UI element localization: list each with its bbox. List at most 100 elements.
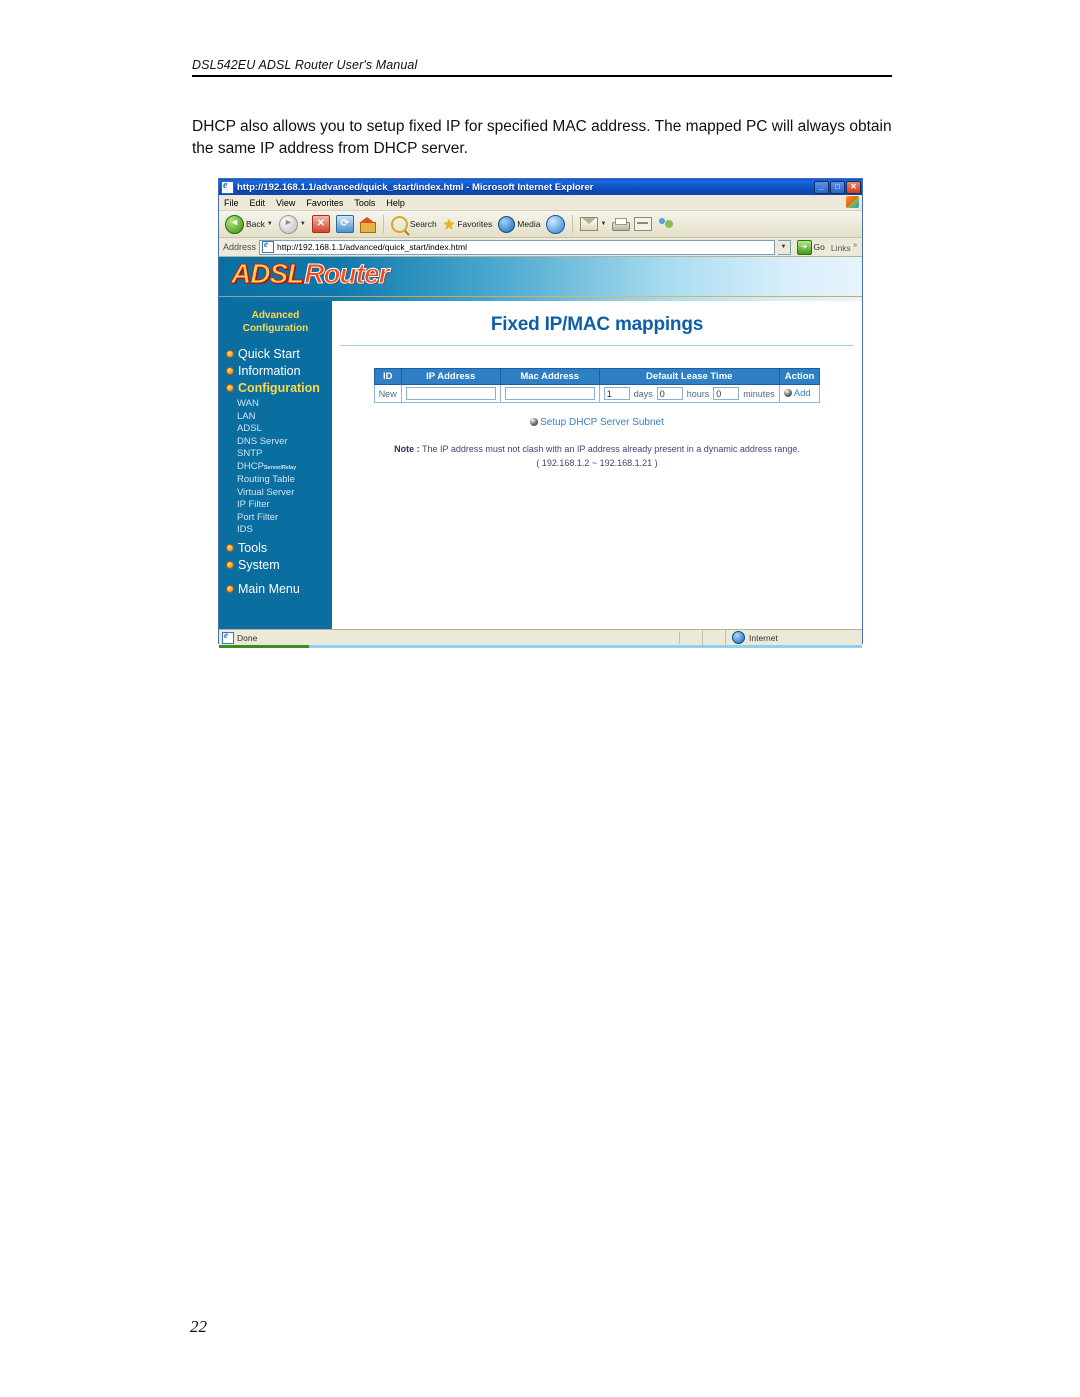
sidebar-subitem-wan[interactable]: WAN xyxy=(219,398,332,411)
history-button[interactable] xyxy=(544,214,567,234)
sidebar-item-system[interactable]: System xyxy=(219,558,332,572)
lease-days-label: days xyxy=(633,388,653,399)
sidebar-subitem-port-filter[interactable]: Port Filter xyxy=(219,512,332,525)
menu-view[interactable]: View xyxy=(276,198,295,208)
sidebar-item-label: Configuration xyxy=(238,381,320,395)
sidebar-subitem-ip-filter[interactable]: IP Filter xyxy=(219,499,332,512)
menu-favorites[interactable]: Favorites xyxy=(306,198,343,208)
sidebar-subitem-ids[interactable]: IDS xyxy=(219,524,332,537)
media-button[interactable]: Media xyxy=(496,215,542,233)
cell-id: New xyxy=(373,384,402,403)
mail-icon xyxy=(580,217,599,231)
browser-window: http://192.168.1.1/advanced/quick_start/… xyxy=(218,178,863,648)
sidebar-item-information[interactable]: Information xyxy=(219,364,332,378)
status-zone: Internet xyxy=(726,631,862,644)
sidebar-subitem-label: WAN xyxy=(237,398,259,409)
note-range: ( 192.168.1.2 ~ 192.168.1.21 ) xyxy=(536,458,658,468)
bullet-icon xyxy=(226,543,234,552)
internet-explorer-icon xyxy=(221,180,234,194)
links-label: Links xyxy=(830,242,851,253)
bullet-icon xyxy=(226,350,234,358)
manual-title: DSL542EU ADSL Router User's Manual xyxy=(192,58,418,72)
bullet-icon xyxy=(530,418,539,426)
back-button[interactable]: ◄ Back ▼ xyxy=(223,214,275,234)
forward-button[interactable]: ► ▼ xyxy=(277,214,308,234)
add-button[interactable]: Add xyxy=(794,388,811,399)
print-button[interactable] xyxy=(610,217,631,231)
page-main: Advanced Configuration Quick Start Infor… xyxy=(219,301,862,629)
address-value: http://192.168.1.1/advanced/quick_start/… xyxy=(277,242,467,252)
go-button[interactable]: ➜ Go xyxy=(794,239,825,255)
menu-edit[interactable]: Edit xyxy=(250,198,266,208)
title-divider xyxy=(340,345,854,346)
page-done-icon xyxy=(222,630,234,644)
window-controls: _ □ ✕ xyxy=(814,180,861,194)
cell-lease-time: days hours minutes xyxy=(598,384,780,403)
header-rule xyxy=(192,75,892,77)
menu-bar: File Edit View Favorites Tools Help xyxy=(219,195,862,211)
menu-tools[interactable]: Tools xyxy=(354,198,375,208)
search-label: Search xyxy=(409,219,437,229)
lease-minutes-label: minutes xyxy=(743,388,775,399)
sidebar-item-quick-start[interactable]: Quick Start xyxy=(219,347,332,361)
content-area: Fixed IP/MAC mappings ID IP Address Mac … xyxy=(332,301,862,629)
sidebar-subitem-sntp[interactable]: SNTP xyxy=(219,448,332,461)
menu-file[interactable]: File xyxy=(224,198,239,208)
sidebar-subitem-label: IP Filter xyxy=(237,499,270,510)
lease-days-input[interactable] xyxy=(603,387,630,400)
lease-time-group: days hours minutes xyxy=(603,387,775,400)
minimize-icon[interactable]: _ xyxy=(814,180,829,194)
router-banner: ADSLRouter xyxy=(219,257,862,301)
maximize-icon[interactable]: □ xyxy=(830,180,845,194)
sidebar-item-label: Information xyxy=(238,364,301,378)
lease-hours-input[interactable] xyxy=(656,387,683,400)
stop-icon: ✕ xyxy=(311,215,330,233)
sidebar-item-main-menu[interactable]: Main Menu xyxy=(219,582,332,596)
home-button[interactable] xyxy=(358,216,378,233)
refresh-button[interactable]: ⟳ xyxy=(334,215,356,233)
sidebar-item-configuration[interactable]: Configuration xyxy=(219,381,332,395)
col-mac-address: Mac Address xyxy=(499,368,600,385)
window-title: http://192.168.1.1/advanced/quick_start/… xyxy=(237,181,594,193)
status-left: Done xyxy=(219,630,680,644)
status-pane-2 xyxy=(703,630,726,645)
sidebar-item-label: Main Menu xyxy=(238,581,300,596)
lease-minutes-input[interactable] xyxy=(713,387,740,400)
stop-button[interactable]: ✕ xyxy=(310,215,332,233)
menu-help[interactable]: Help xyxy=(386,198,405,208)
sidebar-subitem-adsl[interactable]: ADSL xyxy=(219,423,332,436)
sidebar-subitem-routing-table[interactable]: Routing Table xyxy=(219,474,332,487)
sidebar-item-tools[interactable]: Tools xyxy=(219,541,332,555)
messenger-button[interactable] xyxy=(656,217,677,231)
links-button[interactable]: Links » xyxy=(828,241,860,253)
favorites-button[interactable]: ★ Favorites xyxy=(441,217,495,231)
logo-router: Router xyxy=(304,258,390,289)
setup-dhcp-server-subnet-link[interactable]: Setup DHCP Server Subnet xyxy=(540,417,664,428)
edit-button[interactable] xyxy=(632,217,654,231)
col-action: Action xyxy=(778,368,821,385)
status-zone-label: Internet xyxy=(749,632,778,643)
sidebar-subitem-virtual-server[interactable]: Virtual Server xyxy=(219,487,332,500)
close-icon[interactable]: ✕ xyxy=(846,180,861,194)
sidebar-subitem-lan[interactable]: LAN xyxy=(219,411,332,424)
forward-dropdown-icon[interactable]: ▼ xyxy=(300,221,306,227)
mail-button[interactable]: ▼ xyxy=(578,217,608,231)
address-dropdown-icon[interactable]: ▼ xyxy=(777,239,791,255)
sidebar-subitem-dhcp[interactable]: DHCPServer/Relay xyxy=(219,461,332,475)
address-input[interactable]: http://192.168.1.1/advanced/quick_start/… xyxy=(259,239,775,255)
mail-dropdown-icon[interactable]: ▼ xyxy=(600,221,606,227)
back-dropdown-icon[interactable]: ▼ xyxy=(267,221,273,227)
ip-address-input[interactable] xyxy=(405,387,496,400)
sidebar-item-label: Tools xyxy=(238,540,268,555)
bullet-icon xyxy=(226,584,234,593)
document-header: DSL542EU ADSL Router User's Manual xyxy=(192,58,892,77)
media-label: Media xyxy=(517,219,541,229)
messenger-icon xyxy=(658,217,675,231)
toolbar-separator xyxy=(382,215,384,233)
go-arrow-icon: ➜ xyxy=(796,239,812,255)
table-header-row: ID IP Address Mac Address Default Lease … xyxy=(373,368,821,385)
mac-address-input[interactable] xyxy=(504,387,595,400)
col-ip-address: IP Address xyxy=(400,368,501,385)
search-button[interactable]: Search xyxy=(389,215,439,233)
sidebar-subitem-dns-server[interactable]: DNS Server xyxy=(219,436,332,449)
